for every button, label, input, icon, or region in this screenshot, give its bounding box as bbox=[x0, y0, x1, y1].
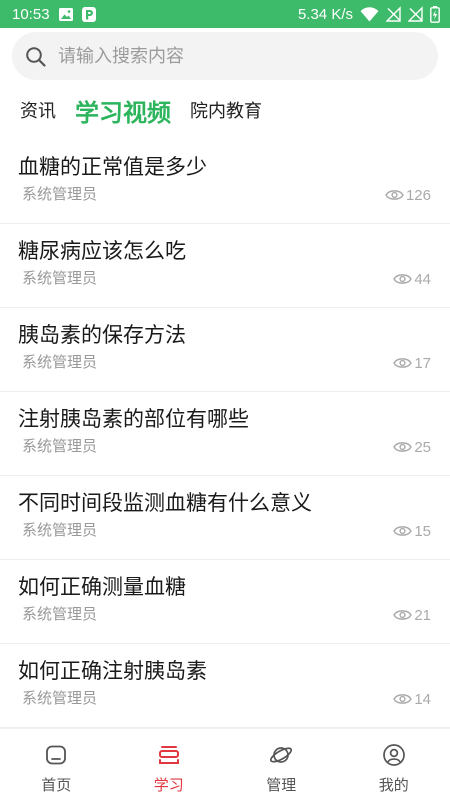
view-count-value: 126 bbox=[405, 186, 431, 204]
article-title: 注射胰岛素的部位有哪些 bbox=[18, 408, 249, 431]
nav-item-study[interactable]: 学习 bbox=[113, 729, 226, 800]
view-count-value: 44 bbox=[414, 270, 431, 288]
article-title: 如何正确测量血糖 bbox=[18, 576, 186, 599]
article-author: 系统管理员 bbox=[22, 270, 98, 287]
eye-icon bbox=[393, 272, 413, 286]
nav-label: 学习 bbox=[153, 777, 184, 794]
nav-item-home[interactable]: 首页 bbox=[0, 729, 113, 800]
user-icon[interactable] bbox=[382, 743, 406, 767]
article-list: 血糖的正常值是多少 系统管理员 126 糖尿病应该怎么吃 系统管理员 44 胰岛… bbox=[0, 140, 450, 728]
article-author: 系统管理员 bbox=[22, 186, 98, 203]
nav-item-manage[interactable]: 管理 bbox=[225, 729, 338, 800]
list-item[interactable]: 不同时间段监测血糖有什么意义 系统管理员 15 bbox=[0, 476, 450, 560]
tab-hospital-education[interactable]: 院内教育 bbox=[190, 97, 262, 123]
view-count-value: 14 bbox=[414, 690, 431, 708]
view-count-value: 17 bbox=[414, 354, 431, 372]
article-author: 系统管理员 bbox=[22, 690, 98, 707]
signal-off-icon bbox=[408, 6, 423, 22]
study-icon[interactable] bbox=[157, 743, 181, 767]
nav-label: 我的 bbox=[378, 777, 409, 794]
status-bar-right: 5.34 K/s bbox=[297, 5, 440, 23]
view-count: 25 bbox=[393, 437, 431, 457]
eye-icon bbox=[393, 692, 413, 706]
eye-icon bbox=[393, 608, 413, 622]
eye-icon bbox=[393, 524, 413, 538]
planet-icon[interactable] bbox=[269, 743, 293, 767]
network-speed: 5.34 K/s bbox=[297, 5, 353, 23]
list-item[interactable]: 如何正确测量血糖 系统管理员 21 bbox=[0, 560, 450, 644]
tab-news[interactable]: 资讯 bbox=[20, 97, 56, 123]
view-count: 14 bbox=[393, 689, 431, 709]
view-count: 126 bbox=[385, 185, 431, 205]
bottom-nav: 首页 学习 管理 我的 bbox=[0, 728, 450, 800]
wifi-icon bbox=[360, 6, 379, 22]
view-count-value: 21 bbox=[414, 606, 431, 624]
list-item[interactable]: 如何正确注射胰岛素 系统管理员 14 bbox=[0, 644, 450, 728]
nav-label: 首页 bbox=[41, 777, 72, 794]
view-count: 21 bbox=[393, 605, 431, 625]
app-screen: 10:53 5.34 K/s 请输入搜索内容 资讯 学习视频 院内教育 血糖的正… bbox=[0, 0, 450, 800]
image-notification-icon bbox=[58, 7, 73, 21]
eye-icon bbox=[393, 440, 413, 454]
article-author: 系统管理员 bbox=[22, 354, 98, 371]
article-title: 如何正确注射胰岛素 bbox=[18, 660, 207, 683]
view-count: 17 bbox=[393, 353, 431, 373]
view-count-value: 15 bbox=[414, 522, 431, 540]
list-item[interactable]: 注射胰岛素的部位有哪些 系统管理员 25 bbox=[0, 392, 450, 476]
view-count-value: 25 bbox=[414, 438, 431, 456]
battery-charging-icon bbox=[430, 5, 440, 23]
status-bar: 10:53 5.34 K/s bbox=[0, 0, 450, 28]
eye-icon bbox=[385, 188, 404, 202]
article-title: 胰岛素的保存方法 bbox=[18, 324, 186, 347]
view-count: 44 bbox=[393, 269, 431, 289]
nav-label: 管理 bbox=[266, 777, 297, 794]
status-bar-left: 10:53 bbox=[12, 6, 96, 23]
article-author: 系统管理员 bbox=[22, 438, 98, 455]
p-app-notification-icon bbox=[81, 6, 96, 22]
list-item[interactable]: 血糖的正常值是多少 系统管理员 126 bbox=[0, 140, 450, 224]
tab-study-videos[interactable]: 学习视频 bbox=[75, 93, 171, 128]
search-icon[interactable] bbox=[24, 45, 46, 67]
signal-off-icon bbox=[386, 6, 401, 22]
article-title: 血糖的正常值是多少 bbox=[18, 156, 207, 179]
article-author: 系统管理员 bbox=[22, 606, 98, 623]
search-bar[interactable] bbox=[12, 32, 438, 80]
home-icon[interactable] bbox=[44, 743, 68, 767]
category-tabs: 资讯 学习视频 院内教育 bbox=[20, 90, 281, 130]
article-author: 系统管理员 bbox=[22, 522, 98, 539]
article-title: 糖尿病应该怎么吃 bbox=[18, 240, 186, 263]
article-title: 不同时间段监测血糖有什么意义 bbox=[18, 492, 312, 515]
view-count: 15 bbox=[393, 521, 431, 541]
eye-icon bbox=[393, 356, 413, 370]
nav-item-mine[interactable]: 我的 bbox=[338, 729, 450, 800]
status-time: 10:53 bbox=[12, 5, 50, 23]
list-item[interactable]: 胰岛素的保存方法 系统管理员 17 bbox=[0, 308, 450, 392]
list-item[interactable]: 糖尿病应该怎么吃 系统管理员 44 bbox=[0, 224, 450, 308]
search-input[interactable] bbox=[58, 36, 418, 76]
